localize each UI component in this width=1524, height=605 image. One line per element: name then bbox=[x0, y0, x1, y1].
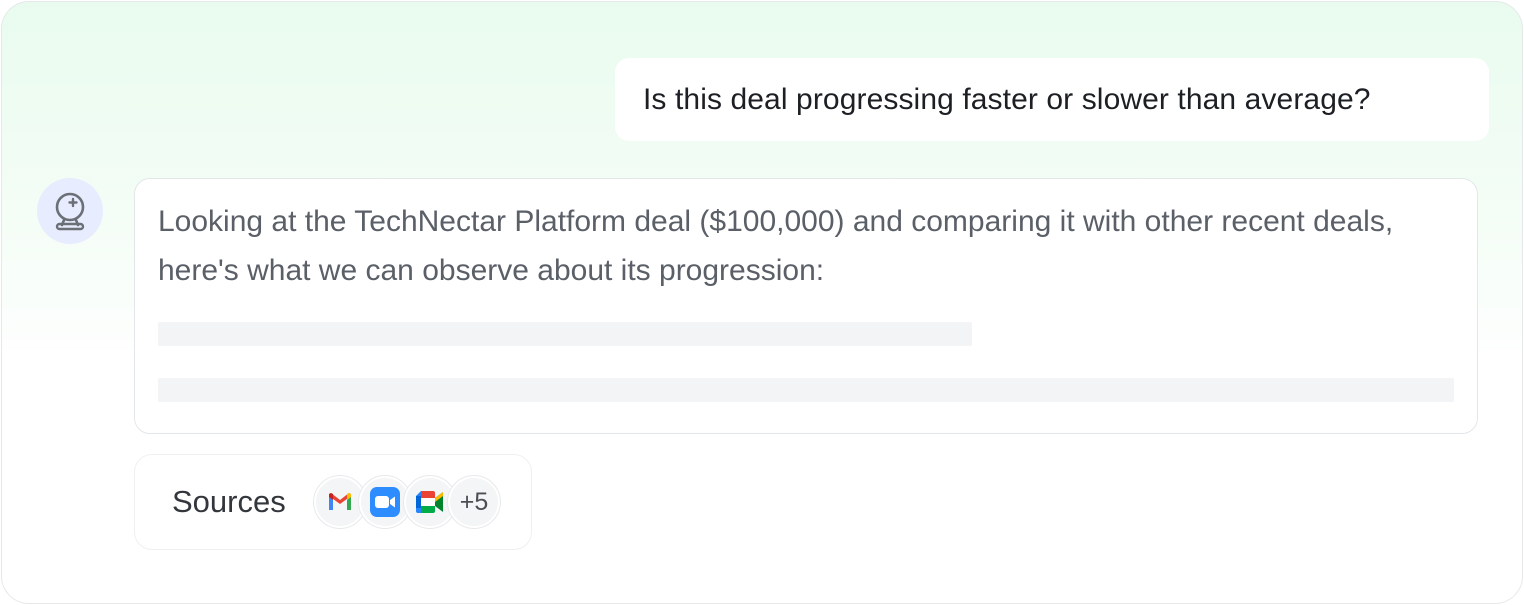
assistant-response-text: Looking at the TechNectar Platform deal … bbox=[158, 205, 1394, 287]
user-message-bubble: Is this deal progressing faster or slowe… bbox=[615, 58, 1489, 141]
more-sources-badge: +5 bbox=[448, 476, 500, 528]
assistant-avatar bbox=[37, 178, 103, 244]
chat-card: Is this deal progressing faster or slowe… bbox=[1, 1, 1523, 604]
user-message-text: Is this deal progressing faster or slowe… bbox=[643, 82, 1371, 116]
assistant-response: Looking at the TechNectar Platform deal … bbox=[134, 178, 1478, 434]
loading-skeleton-line bbox=[158, 378, 1454, 402]
more-sources-count: +5 bbox=[459, 487, 489, 516]
sources-label: Sources bbox=[172, 484, 286, 519]
loading-skeleton-line bbox=[158, 322, 972, 346]
assistant-bot-icon bbox=[55, 192, 85, 231]
sources-button[interactable]: Sources +5 bbox=[134, 454, 532, 550]
